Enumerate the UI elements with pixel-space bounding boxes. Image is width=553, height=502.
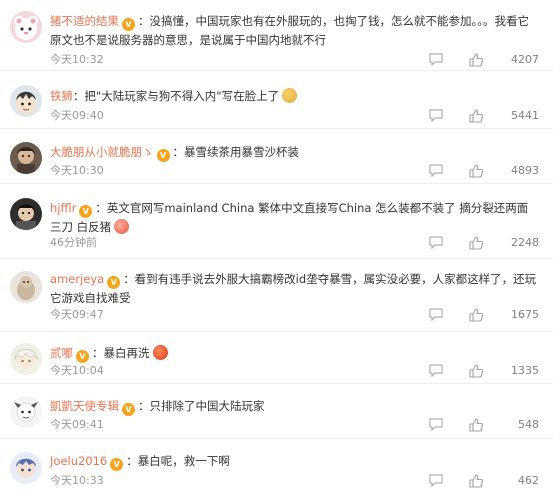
like-count: 4893 [511, 164, 539, 177]
thumbs-up-icon [469, 474, 483, 488]
username-link[interactable]: 贰嘟 [50, 346, 73, 360]
like-button[interactable]: 4207 [469, 52, 539, 68]
comment-content: ：只排除了中国大陆玩家 [138, 399, 265, 413]
username-link[interactable]: 猪不适的结果 [50, 14, 119, 28]
comment-text: Joelu2016 V ：暴白呢，救一下啊 [50, 452, 539, 471]
username-link[interactable]: 凱凱天使专辑 [50, 399, 119, 413]
reply-icon[interactable] [429, 236, 443, 249]
comment-item: 凱凱天使专辑 V ：只排除了中国大陆玩家 今天09:41 548 [0, 384, 553, 439]
comment-item: 大脆朋从小就脆朋ゝ V ：暴雪续茶用暴雪沙杯装 今天10:30 4893 [0, 129, 553, 184]
comment-time: 今天10:30 [50, 164, 104, 177]
like-count: 1335 [511, 364, 539, 377]
avatar-image [10, 271, 42, 303]
thumbs-up-icon [469, 308, 483, 322]
comment-item: hjfflr V ：英文官网写mainland China 繁体中文直接写China… [0, 184, 553, 259]
avatar-image [10, 452, 42, 484]
like-count: 1675 [511, 308, 539, 321]
reply-icon[interactable] [429, 109, 443, 122]
comment-content: ：把"大陆玩家与狗不得入内"写在脸上了 [73, 89, 280, 103]
username-link[interactable]: amerjeya [50, 272, 104, 286]
thumbs-up-icon [469, 364, 483, 378]
comment-item: amerjeya V ：看到有违手说去外服大搞霸榜改id垄夺暴雪，属实没必要，人家都… [0, 259, 553, 332]
doge-icon [282, 88, 298, 103]
vip-badge-icon: V [110, 458, 124, 471]
username-link[interactable]: 大脆朋从小就脆朋ゝ [50, 145, 154, 159]
avatar[interactable] [10, 396, 42, 428]
like-count: 462 [518, 474, 539, 487]
like-count: 548 [518, 418, 539, 431]
username-link[interactable]: hjfflr [50, 201, 76, 215]
avatar-image [10, 142, 42, 174]
like-button[interactable]: 462 [469, 473, 539, 489]
like-count: 2248 [511, 236, 539, 249]
comment-time: 今天10:32 [50, 53, 104, 66]
comment-time: 今天09:47 [50, 308, 104, 321]
comment-content: ：暴白再洗 [92, 346, 150, 360]
username-link[interactable]: 铁狮 [50, 89, 73, 103]
reply-icon[interactable] [429, 164, 443, 177]
comment-text: 铁狮：把"大陆玩家与狗不得入内"写在脸上了 [50, 87, 539, 105]
thumbs-up-icon [469, 418, 483, 432]
avatar[interactable] [10, 142, 42, 174]
vip-badge-icon: V [122, 403, 135, 416]
angry-face-icon [114, 219, 130, 234]
like-button[interactable]: 5441 [469, 108, 539, 124]
comment-text: amerjeya V ：看到有违手说去外服大搞霸榜改id垄夺暴雪，属实没必要，人家都… [50, 270, 539, 307]
comment-list: 猪不适的结果 V ：没搞懂，中国玩家也有在外服玩的，也掏了钱，怎么就不能参加。。。我… [0, 0, 553, 502]
like-button[interactable]: 4893 [469, 163, 539, 179]
comment-item: Joelu2016 V ：暴白呢，救一下啊 今天10:33 462 [0, 439, 553, 502]
vip-badge-icon: V [122, 18, 135, 31]
vip-badge-icon: V [107, 276, 121, 289]
comment-text: hjfflr V ：英文官网写mainland China 繁体中文直接写China… [50, 199, 539, 236]
avatar-image [10, 343, 42, 375]
reply-icon[interactable] [429, 53, 443, 66]
reply-icon[interactable] [429, 474, 443, 487]
avatar[interactable] [10, 85, 42, 117]
like-button[interactable]: 1335 [469, 363, 539, 379]
comment-time: 46分钟前 [50, 236, 97, 249]
comment-text: 猪不适的结果 V ：没搞懂，中国玩家也有在外服玩的，也掏了钱，怎么就不能参加。。。我… [50, 12, 539, 49]
comment-time: 今天10:33 [50, 474, 104, 487]
comment-item: 贰嘟 V ：暴白再洗 今天10:04 1335 [0, 332, 553, 384]
vip-badge-icon: V [76, 350, 89, 363]
thumbs-up-icon [469, 164, 483, 178]
like-count: 4207 [511, 53, 539, 66]
comment-content: ：没搞懂，中国玩家也有在外服玩的，也掏了钱，怎么就不能参加。。。我看它原文也不是… [50, 14, 529, 47]
reply-icon[interactable] [429, 364, 443, 377]
like-button[interactable]: 548 [469, 417, 539, 433]
vip-badge-icon: V [79, 205, 93, 218]
like-count: 5441 [511, 109, 539, 122]
comment-text: 凱凱天使专辑 V ：只排除了中国大陆玩家 [50, 397, 539, 416]
reply-icon[interactable] [429, 418, 443, 431]
comment-item: 铁狮：把"大陆玩家与狗不得入内"写在脸上了 今天09:40 5441 [0, 71, 553, 129]
avatar[interactable] [10, 198, 42, 230]
like-button[interactable]: 1675 [469, 307, 539, 323]
avatar[interactable] [10, 452, 42, 484]
comment-content: ：暴雪续茶用暴雪沙杯装 [172, 145, 300, 159]
thumbs-up-icon [469, 53, 483, 67]
thumbs-up-icon [469, 109, 483, 123]
comment-time: 今天09:40 [50, 109, 104, 122]
avatar[interactable] [10, 11, 42, 43]
like-button[interactable]: 2248 [469, 235, 539, 251]
angry-red-face-icon [152, 345, 168, 360]
reply-icon[interactable] [429, 308, 443, 321]
username-link[interactable]: Joelu2016 [50, 454, 107, 468]
avatar-image [10, 11, 42, 43]
comment-time: 今天10:04 [50, 364, 104, 377]
avatar-image [10, 198, 42, 230]
comment-time: 今天09:41 [50, 418, 104, 431]
vip-badge-icon: V [156, 149, 170, 162]
comment-item: 猪不适的结果 V ：没搞懂，中国玩家也有在外服玩的，也掏了钱，怎么就不能参加。。。我… [0, 0, 553, 71]
avatar[interactable] [10, 343, 42, 375]
avatar-image [10, 85, 42, 117]
avatar-image [10, 396, 42, 428]
comment-content: ：暴白呢，救一下啊 [126, 454, 230, 468]
thumbs-up-icon [469, 236, 483, 250]
avatar[interactable] [10, 271, 42, 303]
comment-text: 贰嘟 V ：暴白再洗 [50, 344, 539, 363]
comment-content: ：看到有违手说去外服大搞霸榜改id垄夺暴雪，属实没必要，人家都这样了，还玩它游戏… [50, 272, 537, 305]
comment-text: 大脆朋从小就脆朋ゝ V ：暴雪续茶用暴雪沙杯装 [50, 143, 539, 162]
